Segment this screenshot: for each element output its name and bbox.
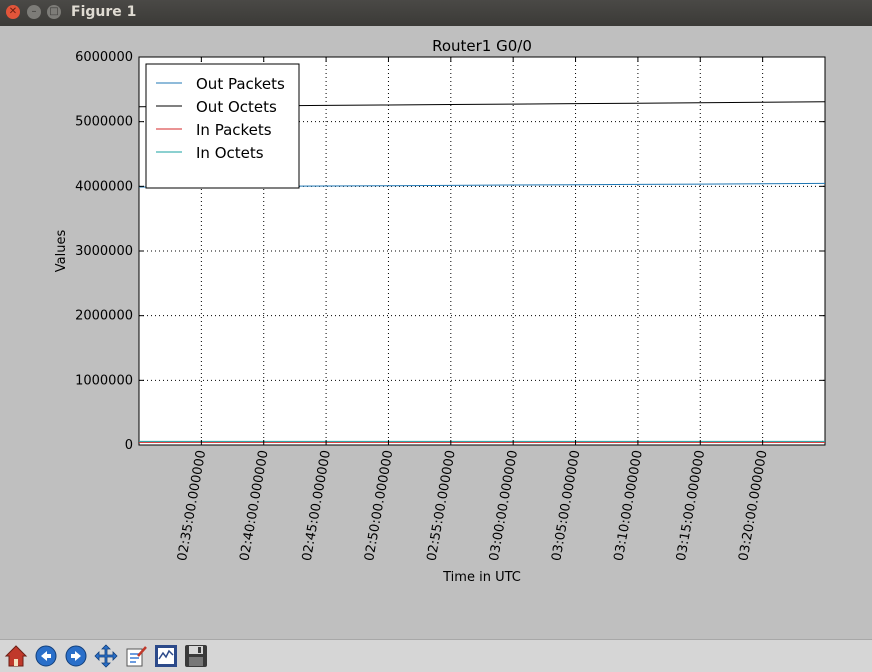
configure-subplots-icon <box>155 645 177 667</box>
pan-icon <box>94 644 118 668</box>
y-tick-label: 3000000 <box>75 244 133 259</box>
x-tick-label: 03:20:00.000000 <box>736 449 770 562</box>
close-window-button[interactable]: ✕ <box>6 5 20 19</box>
save-icon <box>185 645 207 667</box>
y-tick-label: 6000000 <box>75 50 133 65</box>
y-tick-label: 2000000 <box>75 309 133 324</box>
legend-label: In Octets <box>196 144 264 162</box>
x-tick-label: 02:40:00.000000 <box>237 449 271 562</box>
x-tick-label: 03:05:00.000000 <box>549 449 583 562</box>
x-tick-label: 03:10:00.000000 <box>612 449 646 562</box>
x-tick-label: 02:50:00.000000 <box>362 449 396 562</box>
window-titlebar: ✕ – □ Figure 1 <box>0 0 872 26</box>
legend-label: In Packets <box>196 121 272 139</box>
minimize-window-button[interactable]: – <box>27 5 41 19</box>
x-tick-label: 03:00:00.000000 <box>487 449 521 562</box>
x-tick-label: 02:45:00.000000 <box>300 449 334 562</box>
chart-title: Router1 G0/0 <box>432 37 532 55</box>
forward-button[interactable] <box>64 644 88 668</box>
legend: Out Packets Out Octets In Packets In Octets <box>145 63 300 189</box>
y-tick-label: 4000000 <box>75 179 133 194</box>
configure-subplots-button[interactable] <box>154 644 178 668</box>
y-tick-label: 5000000 <box>75 115 133 130</box>
y-tick-label: 1000000 <box>75 373 133 388</box>
chart: 0 1000000 2000000 3000000 4000000 5000000 6000… <box>54 37 826 585</box>
window-title: Figure 1 <box>71 4 137 20</box>
y-axis-label: Values <box>54 230 69 273</box>
x-tick-label: 02:35:00.000000 <box>175 449 209 562</box>
back-icon <box>35 645 57 667</box>
figure-canvas: 0 1000000 2000000 3000000 4000000 5000000 6000… <box>0 26 872 638</box>
maximize-window-button[interactable]: □ <box>47 5 61 19</box>
y-tick-label: 0 <box>125 438 133 453</box>
legend-label: Out Packets <box>196 75 285 93</box>
navigation-toolbar <box>0 639 872 672</box>
home-icon <box>4 645 28 667</box>
x-tick-label: 02:55:00.000000 <box>425 449 459 562</box>
save-button[interactable] <box>184 644 208 668</box>
x-tick-label: 03:15:00.000000 <box>674 449 708 562</box>
zoom-icon <box>126 646 147 667</box>
pan-button[interactable] <box>94 644 118 668</box>
forward-icon <box>65 645 87 667</box>
home-button[interactable] <box>4 644 28 668</box>
zoom-button[interactable] <box>124 644 148 668</box>
x-axis-label: Time in UTC <box>442 570 521 585</box>
back-button[interactable] <box>34 644 58 668</box>
legend-label: Out Octets <box>196 98 277 116</box>
